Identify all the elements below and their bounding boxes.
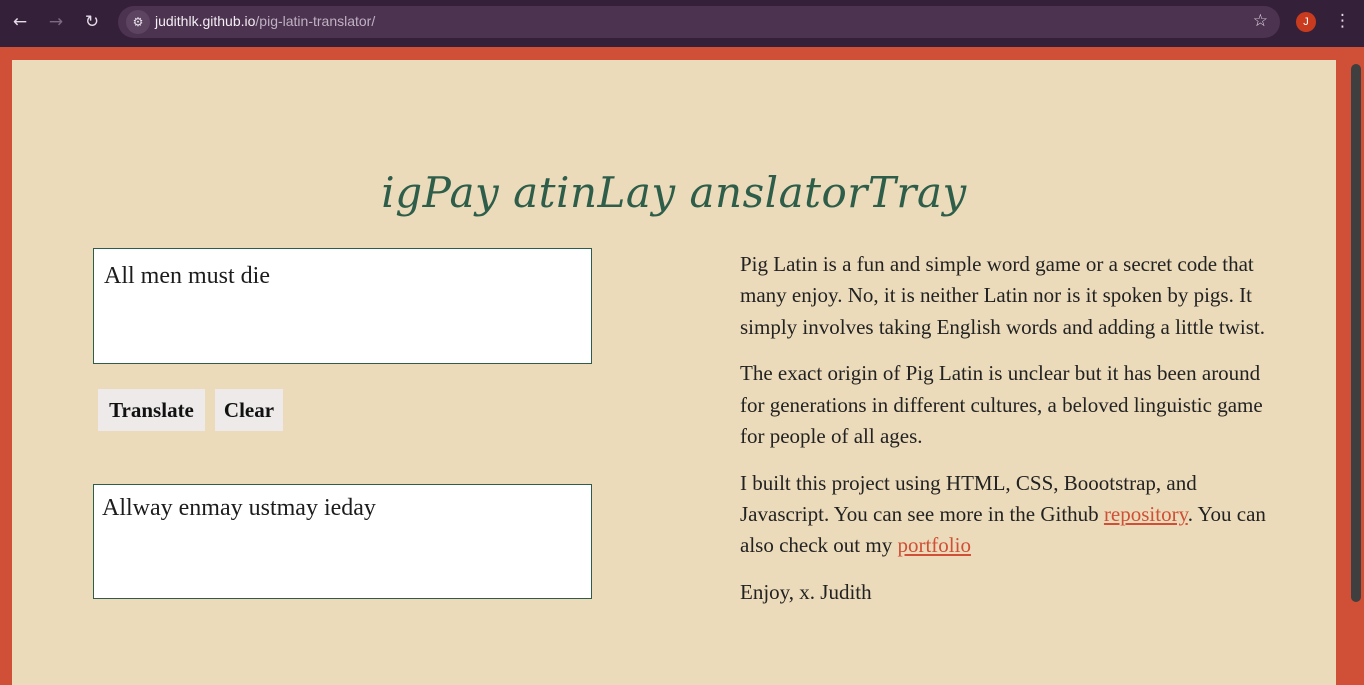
toolbar-divider [0, 44, 1364, 47]
address-bar[interactable]: ⚙ judithlk.github.io/pig-latin-translato… [118, 6, 1280, 38]
about-paragraph-1: Pig Latin is a fun and simple word game … [740, 252, 1265, 339]
signature: Enjoy, x. Judith [740, 580, 872, 605]
clear-button[interactable]: Clear [215, 389, 283, 431]
about-paragraph-2: The exact origin of Pig Latin is unclear… [740, 361, 1263, 448]
back-arrow-icon[interactable]: ← [8, 10, 32, 34]
portfolio-link[interactable]: portfolio [897, 533, 971, 557]
site-info-icon[interactable]: ⚙ [126, 10, 150, 34]
url-text[interactable]: judithlk.github.io/pig-latin-translator/ [155, 13, 375, 29]
bookmark-star-icon[interactable]: ☆ [1253, 11, 1268, 31]
url-host: judithlk.github.io [155, 13, 256, 29]
output-textarea[interactable]: Allway enmay ustmay ieday [93, 484, 592, 599]
input-textarea[interactable]: All men must die [93, 248, 592, 364]
page-container: igPay atinLay anslatorTray All men must … [12, 60, 1336, 685]
page-title: igPay atinLay anslatorTray [381, 168, 967, 217]
about-section: Pig Latin is a fun and simple word game … [740, 249, 1280, 624]
translate-button[interactable]: Translate [98, 389, 205, 431]
about-paragraph-3: I built this project using HTML, CSS, Bo… [740, 468, 1280, 562]
repository-link[interactable]: repository [1104, 502, 1188, 526]
url-path: /pig-latin-translator/ [255, 13, 376, 29]
profile-avatar[interactable]: J [1296, 12, 1316, 32]
browser-toolbar: ← → ↻ ⚙ judithlk.github.io/pig-latin-tra… [0, 0, 1364, 44]
forward-arrow-icon[interactable]: → [44, 10, 68, 34]
reload-icon[interactable]: ↻ [80, 10, 104, 34]
browser-menu-icon[interactable]: ⋮ [1334, 9, 1351, 33]
scrollbar-thumb[interactable] [1351, 64, 1361, 602]
